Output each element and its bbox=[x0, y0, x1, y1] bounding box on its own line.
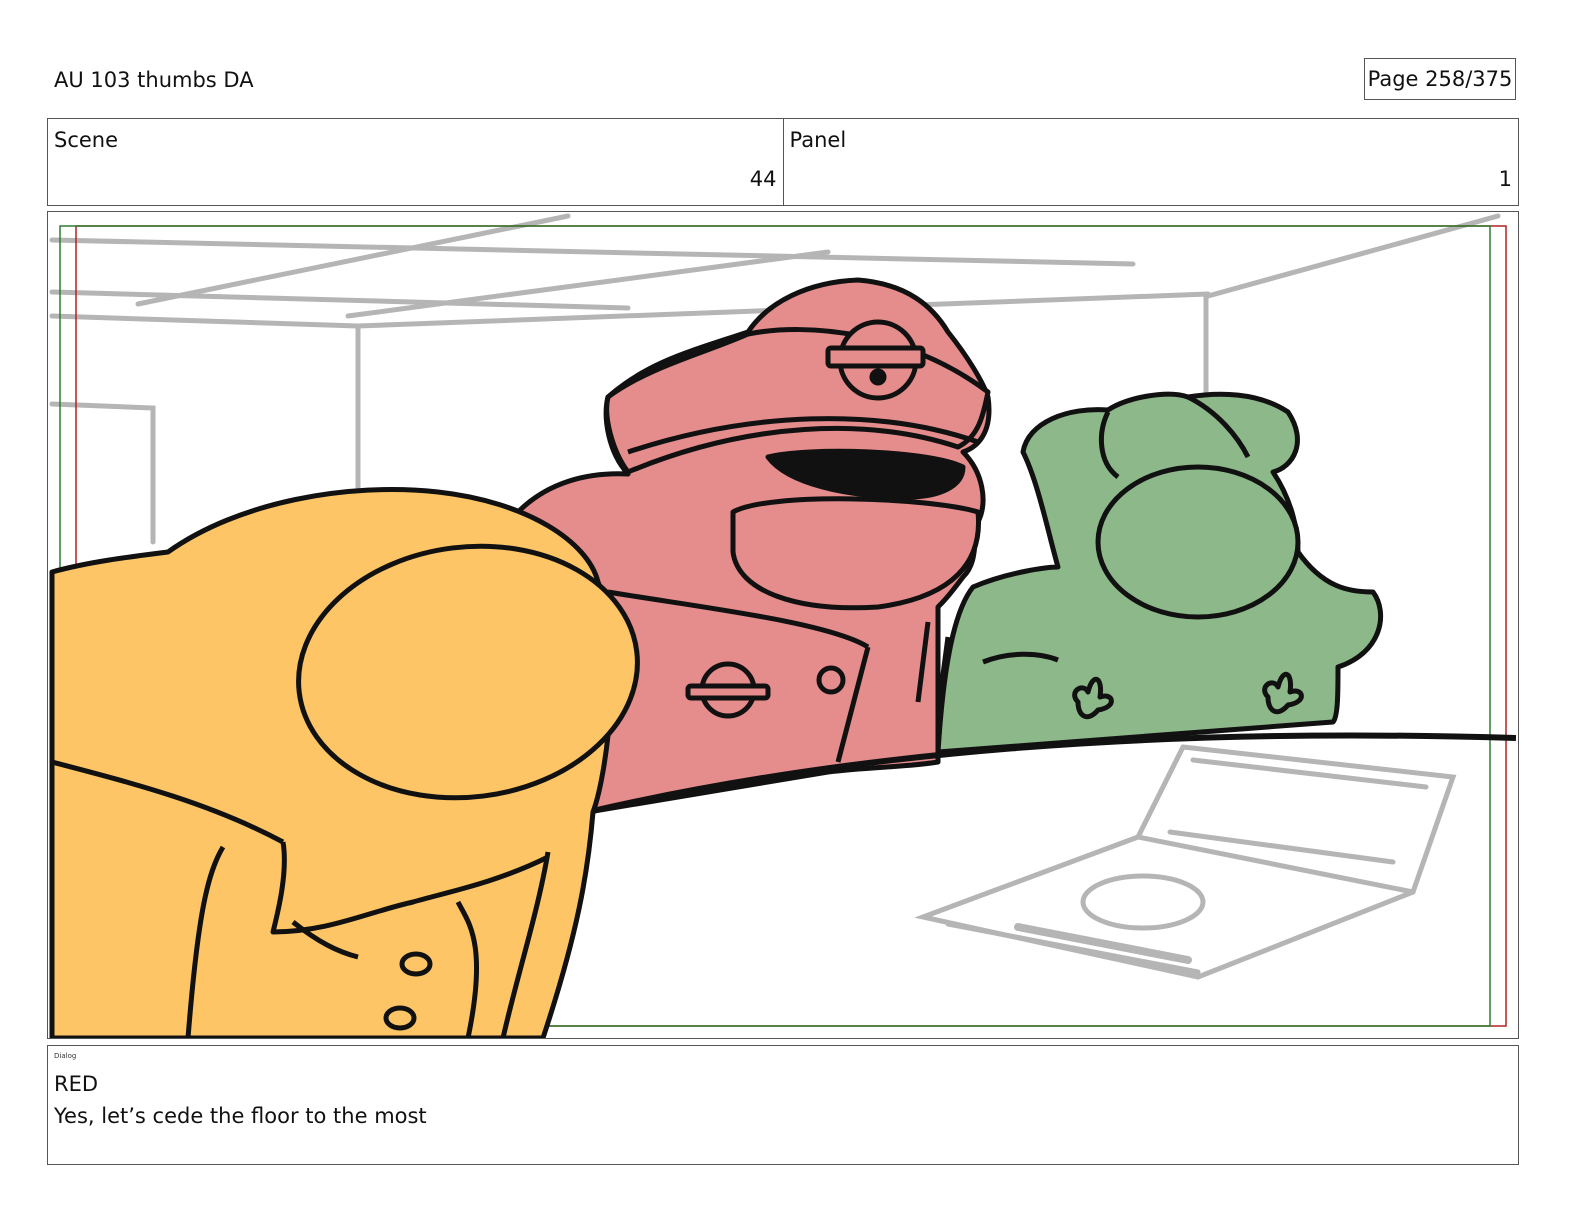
scene-cell: Scene 44 bbox=[48, 119, 783, 205]
page-number: Page 258/375 bbox=[1364, 58, 1516, 100]
document-title: AU 103 thumbs DA bbox=[54, 68, 254, 92]
storyboard-panel bbox=[47, 211, 1519, 1039]
scene-label: Scene bbox=[54, 128, 119, 152]
yellow-character bbox=[49, 487, 640, 1038]
scene-panel-info: Scene 44 Panel 1 bbox=[47, 118, 1519, 206]
green-character bbox=[935, 391, 1383, 755]
scene-number: 44 bbox=[749, 167, 777, 191]
panel-cell: Panel 1 bbox=[782, 119, 1519, 205]
dialog-line: Yes, let’s cede the floor to the most bbox=[54, 1104, 427, 1128]
dialog-label: Dialog bbox=[54, 1052, 77, 1060]
panel-label: Panel bbox=[789, 128, 847, 152]
dialog-speaker: RED bbox=[54, 1072, 99, 1096]
dialog-box: Dialog RED Yes, let’s cede the floor to … bbox=[47, 1045, 1519, 1165]
storyboard-drawing bbox=[49, 213, 1517, 1038]
panel-number: 1 bbox=[1498, 167, 1512, 191]
